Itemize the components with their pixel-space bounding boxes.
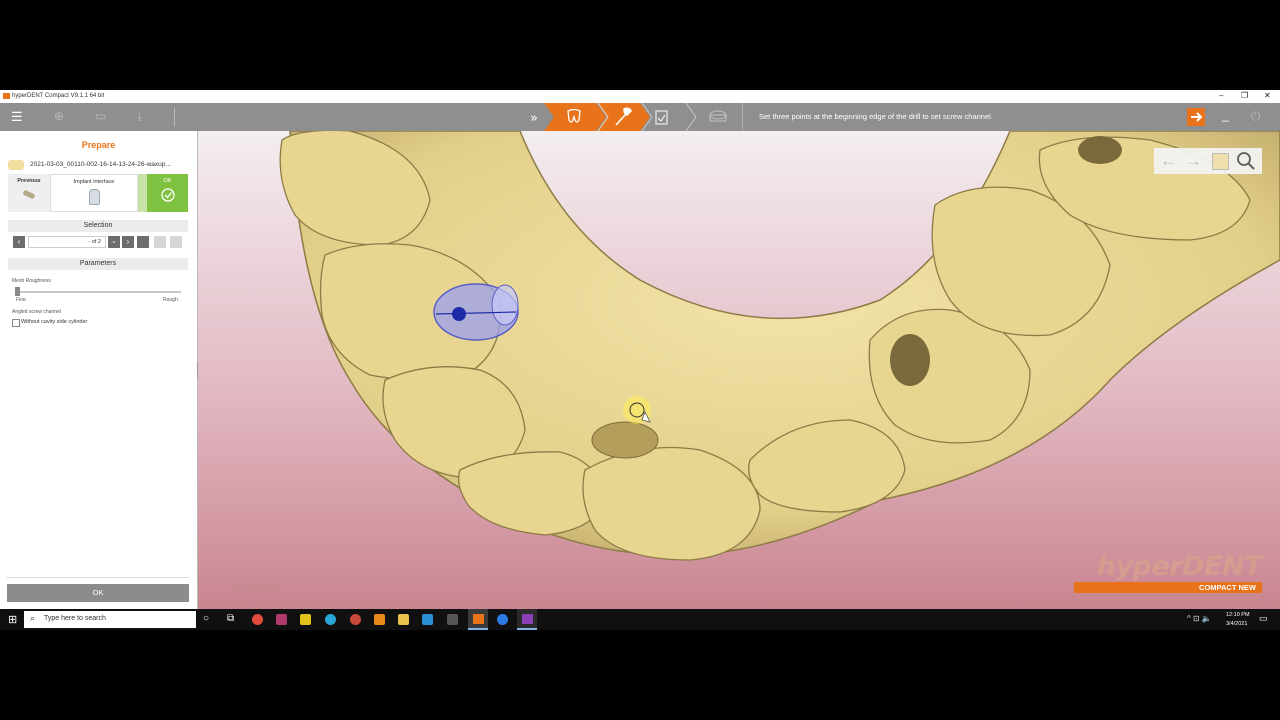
check-circle-icon bbox=[161, 188, 175, 202]
window-title: hyperDENT Compact V9.1.1 64 bit bbox=[12, 93, 105, 99]
fine-label: Fine bbox=[16, 297, 26, 303]
file-thumbnail-icon bbox=[8, 160, 24, 170]
taskbar-search-box[interactable]: ⌕ Type here to search bbox=[24, 611, 196, 628]
coordinates-readout: 13.0 | 34.8 | 36.7 bbox=[234, 586, 279, 592]
app-icon-5[interactable] bbox=[350, 614, 361, 625]
windows-taskbar: ⊞ ⌕ Type here to search ○ ⧉ ^ ⊡ 🔈 12:10 … bbox=[0, 609, 1280, 630]
close-icon[interactable]: ✕ bbox=[1264, 91, 1271, 100]
ok-button[interactable]: OK bbox=[7, 584, 189, 602]
cortana-icon[interactable]: ○ bbox=[203, 613, 209, 624]
file-name: 2021-03-03_00110-002-16-14-13-24-26-waxu… bbox=[30, 161, 171, 168]
zoom-search-icon[interactable] bbox=[1236, 151, 1256, 171]
rough-label: Rough bbox=[163, 297, 178, 303]
cavity-cylinder-checkbox[interactable] bbox=[12, 319, 20, 327]
model-view-icon[interactable] bbox=[1212, 153, 1229, 170]
expand-steps-icon[interactable]: » bbox=[530, 111, 538, 126]
selection-header: Selection bbox=[8, 220, 188, 232]
task-view-icon[interactable]: ⧉ bbox=[227, 613, 234, 624]
current-step-card: Implant interface bbox=[50, 174, 138, 212]
ok-arrow-strip bbox=[138, 174, 147, 212]
current-step-label: Implant interface bbox=[73, 179, 115, 185]
clipboard-icon[interactable] bbox=[655, 110, 668, 125]
new-file-icon[interactable]: ⊕ bbox=[54, 109, 64, 123]
mesh-roughness-slider[interactable] bbox=[15, 291, 181, 293]
screw-channel-cavity bbox=[591, 421, 659, 459]
app-icon-3[interactable] bbox=[300, 614, 311, 625]
sidebar-title: Prepare bbox=[81, 140, 116, 150]
step-tooth[interactable] bbox=[544, 103, 606, 131]
file-explorer-icon[interactable] bbox=[398, 614, 409, 625]
mesh-roughness-thumb[interactable] bbox=[15, 287, 20, 296]
ok-step-button[interactable]: OK bbox=[147, 174, 188, 212]
mesh-roughness-label: Mesh Roughness bbox=[12, 278, 51, 284]
selection-dropdown-button[interactable]: ⌄ bbox=[108, 236, 120, 248]
instruction-text: Set three points at the beginning edge o… bbox=[742, 103, 1176, 131]
selection-pick-button[interactable] bbox=[137, 236, 149, 248]
hyperdent-taskbar-button[interactable] bbox=[468, 609, 488, 630]
file-row: 2021-03-03_00110-002-16-14-13-24-26-waxu… bbox=[8, 158, 188, 171]
dental-model-view[interactable] bbox=[198, 131, 1280, 609]
implant-thumb-icon bbox=[22, 189, 36, 200]
drill-point-marker[interactable] bbox=[452, 307, 466, 321]
prepare-sidebar: Prepare 2021-03-03_00110-002-16-14-13-24… bbox=[0, 131, 198, 609]
selection-remove-button[interactable] bbox=[170, 236, 182, 248]
previous-step-button[interactable]: Previous bbox=[8, 174, 50, 212]
checkbox-label: Without cavity side cylinder bbox=[21, 319, 88, 325]
undo-view-icon[interactable]: ← bbox=[1160, 151, 1177, 171]
brand-text: hyperDENT bbox=[1096, 551, 1263, 582]
selection-field[interactable]: - of 2 bbox=[28, 236, 106, 248]
app-icon-4[interactable] bbox=[325, 614, 336, 625]
main-toolbar: ☰ ⊕ ▭ ⤓ » Set three points at the beginn… bbox=[0, 103, 1280, 131]
toolbar-divider bbox=[174, 108, 175, 126]
notifications-icon[interactable]: ▭ bbox=[1259, 613, 1268, 624]
selection-add-button[interactable] bbox=[154, 236, 166, 248]
tray-icons[interactable]: ^ ⊡ 🔈 bbox=[1187, 614, 1212, 623]
blender-icon[interactable] bbox=[374, 614, 385, 625]
windows-start-icon[interactable]: ⊞ bbox=[8, 613, 17, 626]
window-titlebar: hyperDENT Compact V9.1.1 64 bit – ❐ ✕ bbox=[0, 90, 1280, 103]
implant-hole-right bbox=[890, 334, 930, 386]
power-icon[interactable]: ⏻ bbox=[1251, 109, 1261, 124]
implant-interface-icon bbox=[88, 189, 100, 205]
app-taskbar-button-12[interactable] bbox=[517, 609, 537, 630]
brand-subtitle: COMPACT NEW bbox=[1074, 582, 1262, 593]
app-icon-11[interactable] bbox=[497, 614, 508, 625]
search-placeholder: Type here to search bbox=[44, 615, 106, 622]
minimize-app-icon[interactable]: _ bbox=[1222, 108, 1229, 122]
workflow-steps: » bbox=[530, 103, 727, 131]
sidebar-divider bbox=[6, 577, 189, 578]
app-icon bbox=[3, 93, 10, 99]
selection-next-button[interactable]: › bbox=[122, 236, 134, 248]
previous-label: Previous bbox=[17, 178, 41, 184]
implant-hole-top bbox=[1078, 136, 1122, 164]
redo-view-icon[interactable]: → bbox=[1185, 151, 1202, 171]
export-button[interactable] bbox=[1187, 108, 1205, 126]
restore-icon[interactable]: ❐ bbox=[1241, 91, 1248, 100]
view-nav-panel: ← → bbox=[1154, 148, 1262, 174]
hamburger-menu-icon[interactable]: ☰ bbox=[11, 109, 23, 125]
3d-viewport[interactable]: ← → 13.0 | 34.8 | 36.7 hyperDENT COMPACT… bbox=[198, 131, 1280, 609]
search-icon: ⌕ bbox=[30, 613, 36, 623]
download-icon[interactable]: ⤓ bbox=[137, 109, 142, 124]
hyperdent-logo: hyperDENT COMPACT NEW bbox=[1074, 549, 1264, 597]
open-folder-icon[interactable]: ▭ bbox=[95, 109, 106, 123]
angled-screw-channel-label: Angled screw channel bbox=[12, 309, 61, 315]
app-icon-8[interactable] bbox=[422, 614, 433, 625]
selection-prev-button[interactable]: ‹ bbox=[13, 236, 25, 248]
clock-date: 3/4/2021 bbox=[1226, 621, 1248, 627]
app-icon-2[interactable] bbox=[276, 614, 287, 625]
chrome-icon[interactable] bbox=[252, 614, 263, 625]
app-icon-9[interactable] bbox=[447, 614, 458, 625]
parameters-header: Parameters bbox=[8, 258, 188, 270]
minimize-icon[interactable]: – bbox=[1219, 91, 1223, 100]
clock-time: 12:10 PM bbox=[1226, 612, 1250, 618]
